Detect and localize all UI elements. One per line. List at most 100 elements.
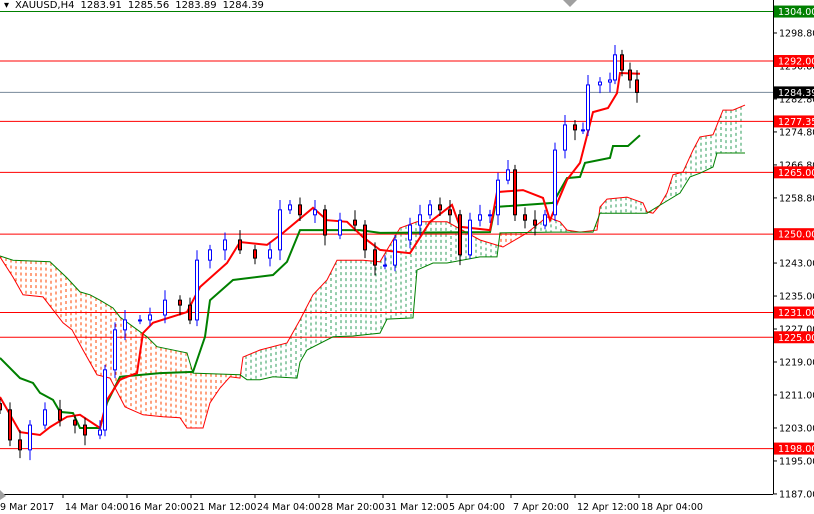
kijun-sen-line <box>0 134 641 429</box>
candle-bearish <box>628 69 632 81</box>
candle-bullish <box>581 129 585 132</box>
candle-bullish <box>598 81 602 86</box>
price-chart[interactable]: 1298.801290.801282.801274.801266.801258.… <box>0 0 814 514</box>
senkou-spans <box>0 104 746 429</box>
candle-bullish <box>408 224 412 241</box>
y-tick-label: 1211.00 <box>779 390 814 401</box>
candle-bearish <box>448 209 452 216</box>
candle-bullish <box>563 124 567 151</box>
y-tick-label: 1298.80 <box>779 28 814 39</box>
candle-bullish <box>313 209 317 216</box>
candle-bullish <box>268 249 272 259</box>
price-axis: 1298.801290.801282.801274.801266.801258.… <box>773 0 814 514</box>
y-tick-label: 1243.00 <box>779 259 814 270</box>
candle-bullish <box>43 409 47 426</box>
candle-bearish <box>178 299 182 306</box>
ohlc-close: 1284.39 <box>222 0 264 11</box>
y-tick-label: 1235.00 <box>779 292 814 303</box>
chart-title-bar: ▾ XAUUSD,H4 1283.91 1285.56 1283.89 1284.39 <box>4 0 270 12</box>
candle-bearish <box>298 204 302 216</box>
price-label: 1277.35 <box>778 117 814 128</box>
y-tick-label: 1187.00 <box>779 489 814 500</box>
candle-bearish <box>83 424 87 436</box>
candle-bearish <box>523 214 527 221</box>
candle-bullish <box>278 209 282 251</box>
candle-bearish <box>323 209 327 236</box>
chart-shift-marker-icon[interactable] <box>563 0 577 7</box>
symbol-timeframe: XAUUSD,H4 <box>15 0 75 11</box>
price-label: 1284.39 <box>778 88 814 99</box>
candle-bullish <box>138 319 142 322</box>
ichimoku-cloud <box>0 106 742 428</box>
candle-bullish <box>195 259 199 321</box>
senkou-span-b-line <box>0 152 745 381</box>
x-tick-label: 14 Mar 04:00 <box>65 502 128 513</box>
candle-bearish <box>0 403 2 411</box>
ohlc-low: 1283.89 <box>175 0 217 11</box>
candle-bullish <box>506 169 510 181</box>
candle-bearish <box>73 419 77 426</box>
y-tick-label: 1219.00 <box>779 357 814 368</box>
candle-bearish <box>620 54 624 71</box>
candle-bullish <box>163 299 167 316</box>
candle-bullish <box>223 239 227 251</box>
candle-bearish <box>188 304 192 321</box>
y-tick-label: 1195.00 <box>779 456 814 467</box>
price-label: 1225.00 <box>778 333 814 344</box>
candles <box>0 44 639 461</box>
price-label: 1250.00 <box>778 230 814 241</box>
x-tick-label: 24 Mar 04:00 <box>257 502 320 513</box>
candle-bearish <box>438 204 442 211</box>
candle-bearish <box>533 219 537 226</box>
x-tick-label: 28 Mar 20:00 <box>321 502 384 513</box>
candle-bullish <box>338 219 342 236</box>
candle-bearish <box>238 239 242 251</box>
candle-bullish <box>103 369 107 431</box>
candle-bullish <box>418 214 422 226</box>
candle-bullish <box>393 239 397 266</box>
y-tick-label: 1203.00 <box>779 423 814 434</box>
x-tick-label: 5 Apr 04:00 <box>449 502 505 513</box>
time-axis: 9 Mar 2017 14 Mar 04:00 16 Mar 20:00 21 Mar… <box>0 494 773 513</box>
candle-bullish <box>208 249 212 261</box>
x-tick-label: 16 Mar 20:00 <box>129 502 192 513</box>
symbol-menu-icon[interactable]: ▾ <box>4 0 9 11</box>
candle-bearish <box>573 124 577 131</box>
x-tick-label: 9 Mar 2017 <box>0 502 54 513</box>
candle-bearish <box>253 249 257 259</box>
candle-bearish <box>353 219 357 226</box>
candle-bearish <box>635 79 639 93</box>
candle-bullish <box>478 214 482 221</box>
price-axis-background <box>773 0 814 514</box>
ohlc-open: 1283.91 <box>80 0 122 11</box>
candle-bearish <box>18 439 22 451</box>
candle-bullish <box>608 79 612 83</box>
price-label: 1304.00 <box>778 7 814 18</box>
x-tick-label: 18 Apr 04:00 <box>641 502 703 513</box>
candle-bearish <box>458 214 462 256</box>
senkou-span-a-line <box>0 104 746 429</box>
candle-bullish <box>488 214 492 217</box>
tenkan-sen-line <box>0 71 641 437</box>
candle-bullish <box>496 179 500 216</box>
price-label: 1292.00 <box>778 57 814 68</box>
candle-bullish <box>98 429 102 436</box>
price-label: 1198.00 <box>778 444 814 455</box>
candle-bullish <box>148 314 152 321</box>
x-tick-label: 12 Apr 12:00 <box>577 502 639 513</box>
price-label: 1231.00 <box>778 308 814 319</box>
y-tick-label: 1274.80 <box>779 127 814 138</box>
candle-bullish <box>113 329 117 371</box>
candle-bearish <box>8 409 12 441</box>
candle-bearish <box>513 169 517 216</box>
candle-bearish <box>363 224 367 251</box>
price-label: 1265.00 <box>778 168 814 179</box>
candle-bullish <box>586 84 590 131</box>
candle-bullish <box>468 219 472 256</box>
x-tick-label: 7 Apr 20:00 <box>513 502 569 513</box>
candle-bearish <box>58 409 62 421</box>
candle-bullish <box>383 264 387 267</box>
candle-bullish <box>288 204 292 211</box>
candle-bullish <box>123 319 127 331</box>
candle-bullish <box>553 149 557 216</box>
